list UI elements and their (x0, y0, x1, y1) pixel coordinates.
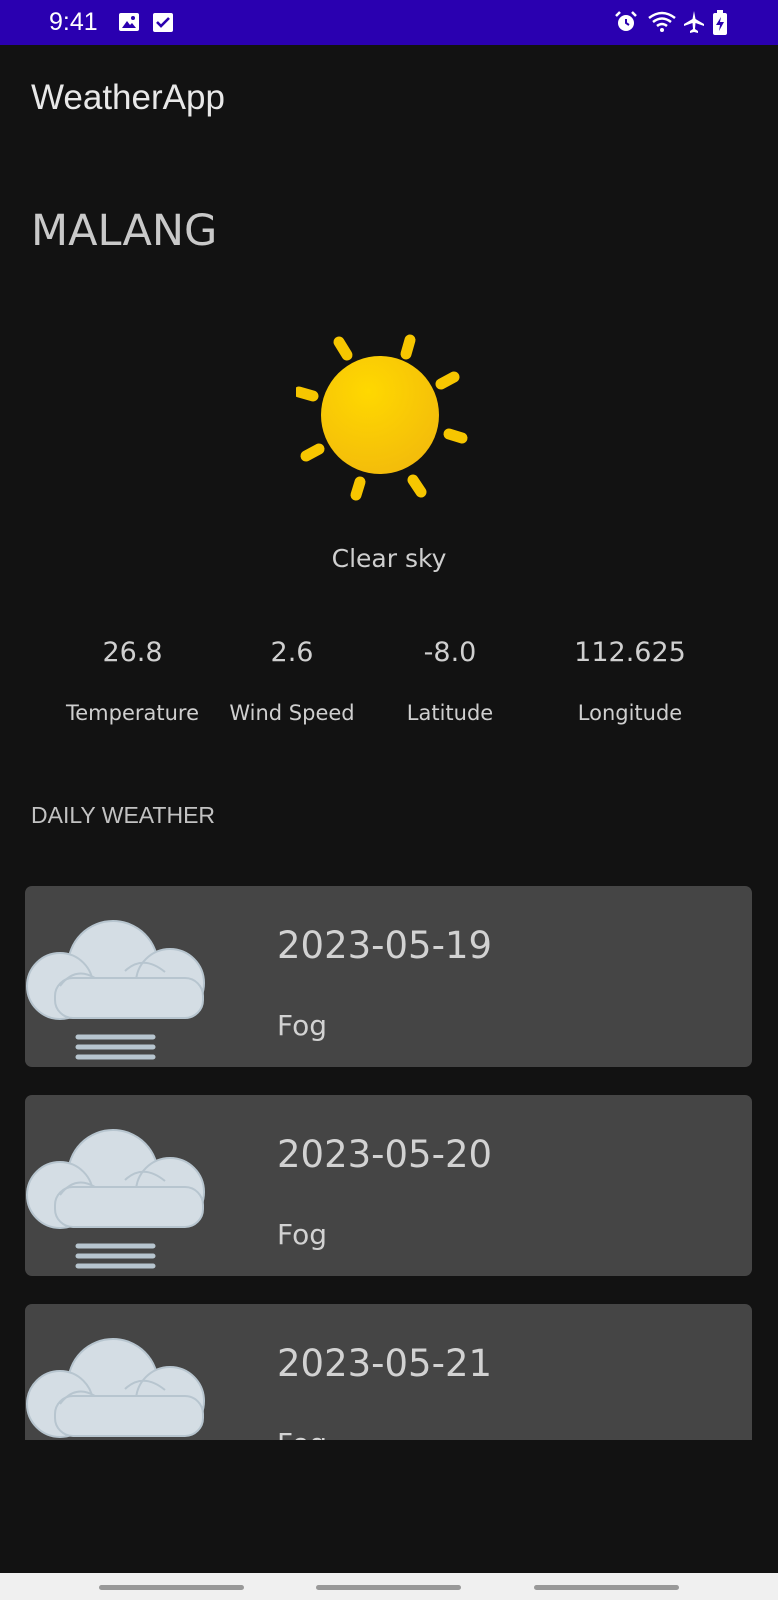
longitude-label: Longitude (577, 701, 683, 725)
app-title: WeatherApp (31, 78, 225, 117)
fog-icon (25, 1304, 235, 1440)
daily-weather-card[interactable]: 2023-05-20 Fog (25, 1095, 752, 1276)
daily-weather-card[interactable]: 2023-05-21 Fog (25, 1304, 752, 1440)
wind-speed-label: Wind Speed (229, 701, 355, 725)
daily-weather-title: DAILY WEATHER (31, 802, 216, 828)
city-name: MALANG (31, 206, 218, 256)
card-date: 2023-05-21 (277, 1342, 493, 1385)
card-date: 2023-05-20 (277, 1133, 493, 1176)
wind-speed-value: 2.6 (270, 637, 314, 668)
fog-icon (25, 1095, 235, 1276)
image-icon (117, 10, 141, 38)
latitude-label: Latitude (406, 701, 494, 725)
latitude-value: -8.0 (423, 637, 477, 668)
navigation-bar (0, 1573, 778, 1600)
wifi-icon (647, 10, 677, 38)
card-description: Fog (277, 1218, 328, 1251)
nav-handle[interactable] (99, 1585, 244, 1590)
longitude-value: 112.625 (574, 637, 686, 668)
temperature-value: 26.8 (102, 637, 163, 668)
sun-icon (293, 332, 476, 516)
nav-handle[interactable] (316, 1585, 461, 1590)
card-date: 2023-05-19 (277, 924, 493, 967)
nav-handle[interactable] (534, 1585, 679, 1590)
card-description: Fog (277, 1427, 327, 1440)
status-time: 9:41 (49, 8, 98, 36)
fog-icon (25, 886, 235, 1067)
alarm-icon (614, 10, 638, 38)
daily-weather-list[interactable]: 2023-05-19 Fog 2023-05-20 Fog 2023-05-21 (0, 860, 778, 1440)
temperature-label: Temperature (65, 701, 200, 725)
checkbox-icon (152, 10, 174, 38)
daily-weather-card[interactable]: 2023-05-19 Fog (25, 886, 752, 1067)
battery-charging-icon (712, 10, 728, 40)
weather-condition: Clear sky (331, 544, 447, 573)
airplane-icon (682, 10, 706, 38)
card-description: Fog (277, 1009, 328, 1042)
status-bar: 9:41 (0, 0, 778, 45)
